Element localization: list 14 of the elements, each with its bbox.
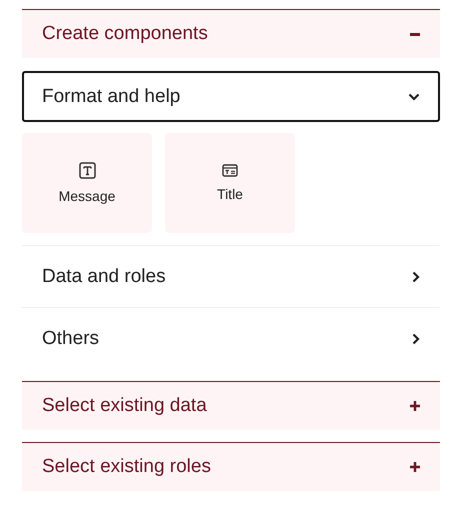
section-header[interactable]: Create components <box>22 10 440 58</box>
group-header[interactable]: Format and help <box>22 71 440 122</box>
chevron-right-icon <box>412 270 420 282</box>
chevron-down-icon <box>408 92 420 100</box>
text-icon <box>78 162 96 179</box>
component-card[interactable]: Message <box>22 133 152 233</box>
section-header[interactable]: Select existing roles <box>22 443 440 491</box>
chevron-right-icon <box>412 332 420 344</box>
expand-icon <box>410 401 420 411</box>
collapse-icon <box>410 32 420 36</box>
component-card[interactable]: Title <box>165 133 295 233</box>
expand-icon <box>410 462 420 472</box>
section-header[interactable]: Select existing data <box>22 382 440 430</box>
title-card-icon <box>222 164 238 177</box>
